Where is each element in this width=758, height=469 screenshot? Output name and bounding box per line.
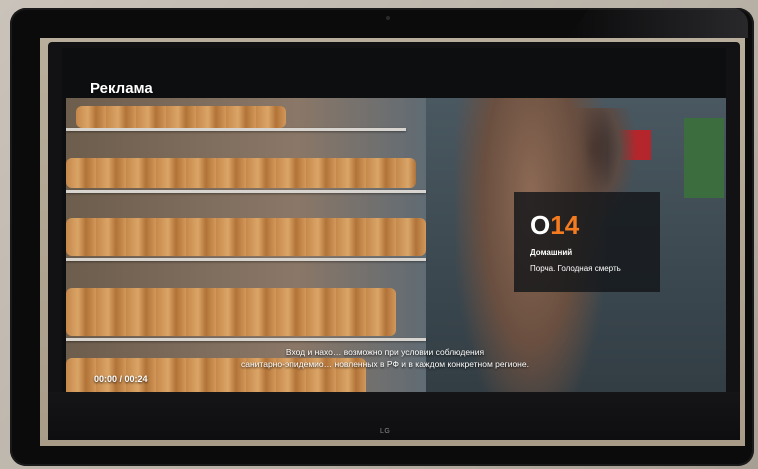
channel-number-value: 14 xyxy=(550,210,580,240)
channel-number: О14 xyxy=(530,210,579,241)
channel-info-card: О14 Домашний Порча. Голодная смерть xyxy=(514,192,660,292)
channel-name: Домашний xyxy=(530,248,573,257)
playback-timecode: 00:00 / 00:24 xyxy=(94,374,148,384)
channel-number-prefix: О xyxy=(530,210,551,240)
video-bread-row xyxy=(66,218,426,256)
ad-disclaimer: Вход и нахо… возможно при условии соблюд… xyxy=(140,346,630,370)
tv-brand-logo: LG xyxy=(380,428,391,435)
ad-label: Реклама xyxy=(90,80,153,97)
video-green-sign xyxy=(684,118,724,198)
video-bread-row xyxy=(66,288,396,336)
video-shelf xyxy=(66,190,426,193)
video-bread-row xyxy=(76,106,286,128)
video-shelf xyxy=(66,128,406,131)
camera-icon xyxy=(386,16,390,20)
video-shelf xyxy=(66,258,426,261)
tv-bottom-bezel xyxy=(48,392,740,440)
video-shelf xyxy=(66,338,426,341)
disclaimer-line-1: Вход и нахо… возможно при условии соблюд… xyxy=(285,347,485,357)
bezel-reflection xyxy=(568,8,748,38)
video-bread-row xyxy=(66,158,416,188)
disclaimer-line-2: санитарно-эпидемио… новленных в РФ и в к… xyxy=(241,359,529,369)
program-title: Порча. Голодная смерть xyxy=(530,264,621,273)
